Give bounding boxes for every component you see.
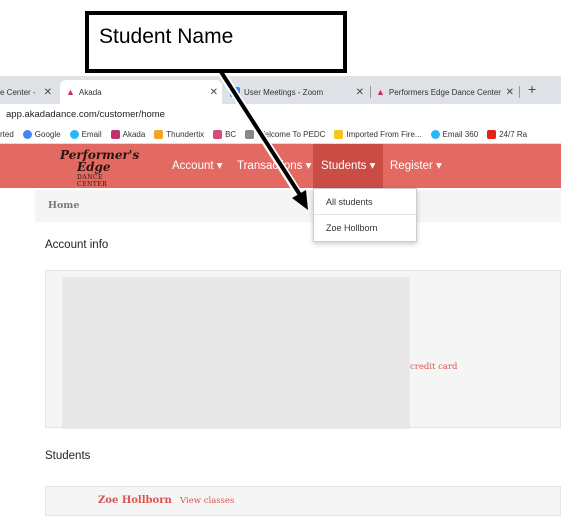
- callout-text: Student Name: [99, 25, 234, 48]
- annotation-arrow-icon: [212, 61, 308, 210]
- annotation-callout: Student Name: [85, 11, 347, 73]
